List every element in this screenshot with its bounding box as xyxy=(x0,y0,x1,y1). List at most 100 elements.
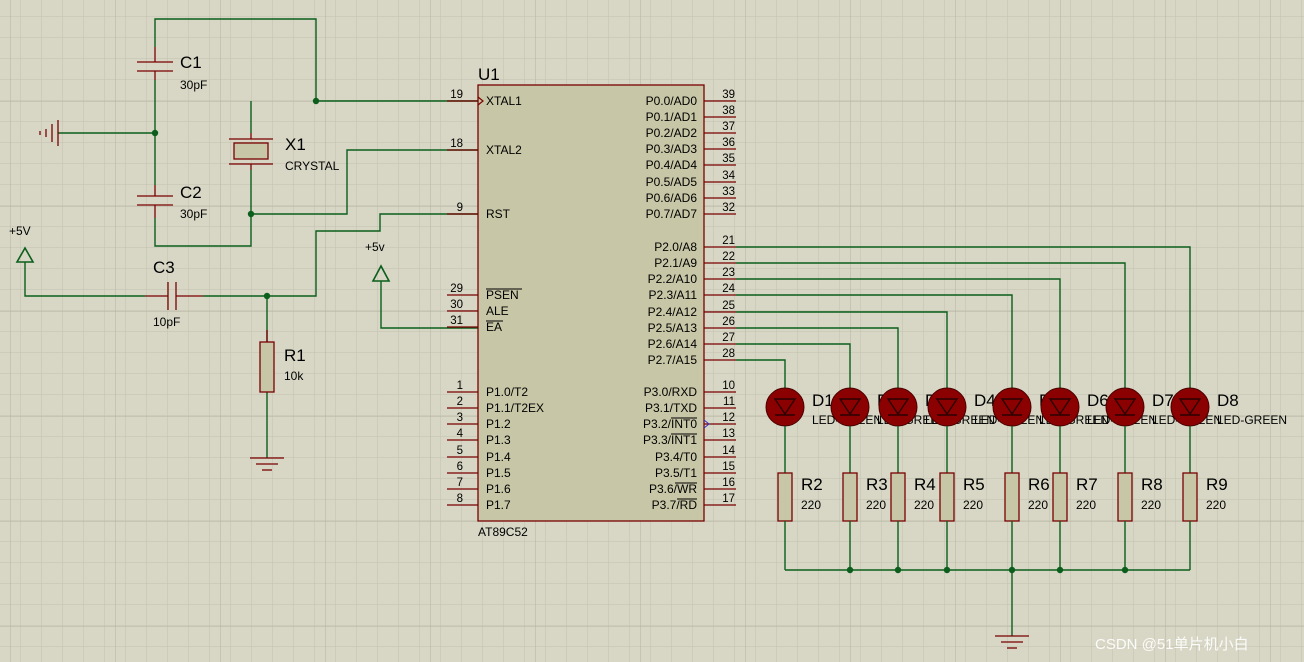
pin-name: P3.7/RD xyxy=(652,498,698,512)
pin-name: XTAL1 xyxy=(486,94,522,108)
pin-name: P0.7/AD7 xyxy=(646,207,698,221)
pin-name: P2.5/A13 xyxy=(648,321,698,335)
pin-number: 16 xyxy=(722,477,735,489)
resistor-ref: R8 xyxy=(1141,475,1163,494)
led-value: LED-GREEN xyxy=(1217,413,1287,427)
led-body xyxy=(1105,387,1145,427)
pin-name: P3.5/T1 xyxy=(655,466,697,480)
pin-number: 7 xyxy=(457,477,463,489)
led-ref: D1 xyxy=(812,391,834,410)
pin-name: P0.4/AD4 xyxy=(646,158,698,172)
pin-name: P3.6/WR xyxy=(649,482,697,496)
r1-value: 10k xyxy=(284,369,304,383)
led-body xyxy=(992,387,1032,427)
c2-ref: C2 xyxy=(180,183,202,202)
pin-number: 38 xyxy=(722,105,735,117)
pin-name: P0.0/AD0 xyxy=(646,94,698,108)
c2-value: 30pF xyxy=(180,207,207,221)
resistor-value: 220 xyxy=(1028,498,1048,512)
pin-number: 23 xyxy=(722,267,735,279)
pin-name: P1.7 xyxy=(486,498,511,512)
pin-number: 26 xyxy=(722,316,735,328)
pin-name: P0.3/AD3 xyxy=(646,142,698,156)
c3-ref: C3 xyxy=(153,258,175,277)
pin-name: P2.2/A10 xyxy=(648,272,698,286)
pin-name: P2.0/A8 xyxy=(654,240,697,254)
resistor-ref: R9 xyxy=(1206,475,1228,494)
pin-number: 39 xyxy=(722,89,735,101)
resistor-value: 220 xyxy=(801,498,821,512)
resistor-body xyxy=(1182,472,1198,522)
pin-name: P0.6/AD6 xyxy=(646,191,698,205)
led-ref: D7 xyxy=(1152,391,1174,410)
pin-name: P0.1/AD1 xyxy=(646,110,698,124)
pin-number: 36 xyxy=(722,137,735,149)
pin-number: 24 xyxy=(722,283,735,295)
pin-number: 10 xyxy=(722,380,735,392)
pin-number: 8 xyxy=(457,493,463,505)
chip-ref: U1 xyxy=(478,65,500,84)
junction-bus xyxy=(846,566,854,574)
r1-ref: R1 xyxy=(284,346,306,365)
pin-number: 22 xyxy=(722,251,735,263)
pin-name: EA xyxy=(486,320,502,334)
resistor-value: 220 xyxy=(914,498,934,512)
pin-number: 12 xyxy=(722,412,735,424)
pin-number: 15 xyxy=(722,461,735,473)
pin-name: P1.3 xyxy=(486,433,511,447)
pin-number: 5 xyxy=(457,445,463,457)
led-ref: D8 xyxy=(1217,391,1239,410)
junction-reset xyxy=(263,292,271,300)
pin-number: 1 xyxy=(457,380,463,392)
pin-number: 9 xyxy=(457,202,463,214)
pin-number: 30 xyxy=(450,299,463,311)
c1-ref: C1 xyxy=(180,53,202,72)
led-ref: D6 xyxy=(1087,391,1109,410)
resistor-value: 220 xyxy=(1206,498,1226,512)
junction-bus xyxy=(1121,566,1129,574)
power-5v-ea-label: +5v xyxy=(365,240,385,254)
pin-number: 29 xyxy=(450,283,463,295)
schematic-canvas[interactable]: C1 30pF C2 30pF X1 CRYSTAL +5V C3 10pF R… xyxy=(0,0,1304,662)
pin-name: P2.3/A11 xyxy=(649,288,698,302)
pin-number: 25 xyxy=(722,300,735,312)
resistor-value: 220 xyxy=(1076,498,1096,512)
chip-u1[interactable]: U1 AT89C52 19 XTAL118 XTAL29 RST29 PSEN30 ALE… xyxy=(447,65,736,539)
x1-value: CRYSTAL xyxy=(285,159,340,173)
pin-number: 27 xyxy=(722,332,735,344)
pin-name: XTAL2 xyxy=(486,143,522,157)
resistor-ref: R7 xyxy=(1076,475,1098,494)
x1-ref: X1 xyxy=(285,135,306,154)
resistor-body xyxy=(1052,472,1068,522)
pin-name: P2.4/A12 xyxy=(648,305,698,319)
pin-name: PSEN xyxy=(486,288,519,302)
pin-name: ALE xyxy=(486,304,509,318)
pin-name: P0.2/AD2 xyxy=(646,126,698,140)
pin-name: P0.5/AD5 xyxy=(646,175,698,189)
pin-number: 33 xyxy=(722,186,735,198)
pin-name: P3.2/INT0 xyxy=(643,417,697,431)
pin-name: P3.4/T0 xyxy=(655,450,697,464)
pin-name: P3.3/INT1 xyxy=(643,433,697,447)
pin-number: 17 xyxy=(722,493,735,505)
schematic-svg[interactable]: C1 30pF C2 30pF X1 CRYSTAL +5V C3 10pF R… xyxy=(0,0,1304,662)
resistor-ref: R2 xyxy=(801,475,823,494)
pin-name: P2.1/A9 xyxy=(654,256,697,270)
pin-number: 21 xyxy=(722,235,735,247)
resistor-ref: R4 xyxy=(914,475,936,494)
resistor-ref: R5 xyxy=(963,475,985,494)
pin-number: 6 xyxy=(457,461,463,473)
pin-name: P3.0/RXD xyxy=(644,385,698,399)
led-body xyxy=(1040,387,1080,427)
pin-name: P1.1/T2EX xyxy=(486,401,544,415)
pin-name: P2.7/A15 xyxy=(648,353,698,367)
pin-name: P1.0/T2 xyxy=(486,385,528,399)
resistor-body xyxy=(939,472,955,522)
pin-number: 11 xyxy=(723,396,735,408)
led-ref: D4 xyxy=(974,391,996,410)
pin-name: P1.2 xyxy=(486,417,511,431)
pin-number: 18 xyxy=(450,138,463,150)
resistor-body xyxy=(890,472,906,522)
watermark: CSDN @51单片机小白 xyxy=(1095,636,1249,653)
led-body xyxy=(1170,387,1210,427)
